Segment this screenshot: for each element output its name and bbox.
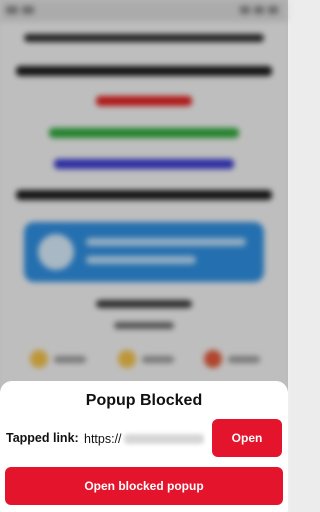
link-url-text: https://: [84, 432, 122, 446]
open-button[interactable]: Open: [212, 419, 282, 457]
sheet-title: Popup Blocked: [85, 392, 203, 409]
link-url-obscured: [124, 434, 204, 444]
open-blocked-popup-button[interactable]: Open blocked popup: [5, 467, 283, 505]
tapped-link-url: https://: [84, 429, 206, 449]
tapped-link-label: Tapped link:: [6, 431, 79, 445]
popup-blocked-sheet: Popup Blocked Tapped link: https:// Open…: [0, 381, 288, 512]
